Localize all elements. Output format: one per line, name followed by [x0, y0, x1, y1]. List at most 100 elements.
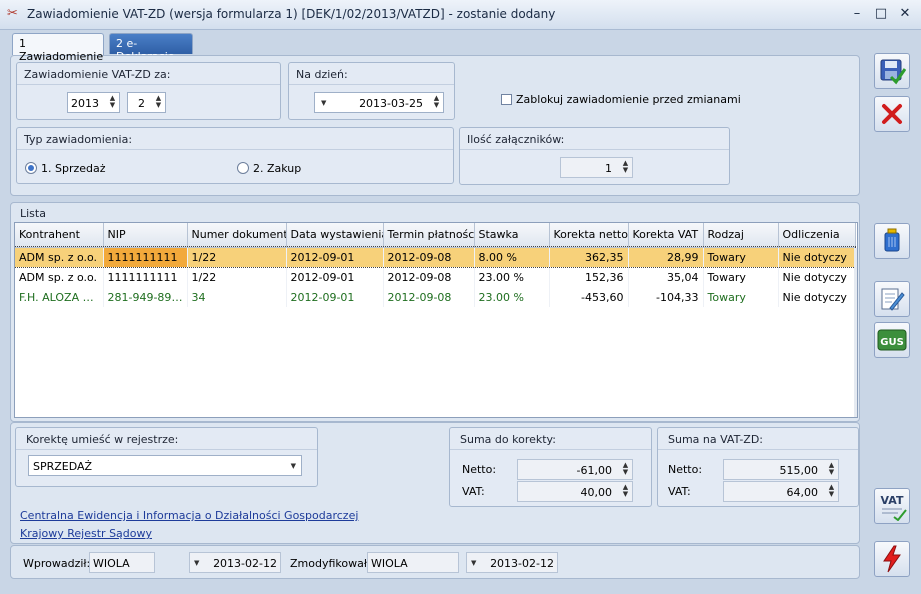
sum-correction-group: Suma do korekty: Netto: -61,00 ▲ ▼ VAT: 4… — [449, 427, 652, 507]
col-stawka[interactable]: Stawka — [474, 223, 550, 248]
radio-zakup[interactable] — [237, 162, 249, 174]
col-data-wystawienia[interactable]: Data wystawienia — [286, 223, 384, 248]
gus-button[interactable]: GUS — [874, 322, 910, 358]
month-spin-icon[interactable]: ▲ ▼ — [154, 95, 163, 110]
table-cell: Nie dotyczy — [778, 267, 856, 287]
delete-button[interactable] — [874, 223, 910, 259]
sum-vatzd-group: Suma na VAT-ZD: Netto: 515,00 ▲ ▼ VAT: 64… — [657, 427, 859, 507]
modified-by-value: WIOLA — [371, 557, 408, 570]
entered-by-label: Wprowadził: — [23, 557, 91, 570]
gus-icon: GUS — [877, 329, 907, 351]
attachments-stepper[interactable]: 1 ▲ ▼ — [560, 157, 633, 178]
window-title: Zawiadomienie VAT-ZD (wersja formularza … — [27, 7, 556, 21]
sum-correction-vat-spin-icon[interactable]: ▲ ▼ — [621, 484, 630, 499]
radio-sprzedaz[interactable] — [25, 162, 37, 174]
close-button[interactable]: ✕ — [896, 6, 914, 22]
footer-panel: Wprowadził: WIOLA ▼ 2013-02-12 Zmodyfiko… — [10, 545, 860, 579]
trash-icon — [884, 228, 900, 252]
month-value: 2 — [138, 97, 145, 110]
register-value: SPRZEDAŻ — [33, 460, 93, 473]
lock-label: Zablokuj zawiadomienie przed zmianami — [516, 93, 741, 106]
sum-vatzd-netto-label: Netto: — [668, 463, 703, 476]
entered-date-field: ▼ 2013-02-12 — [189, 552, 281, 573]
date-value: 2013-03-25 — [359, 97, 423, 110]
table-row[interactable]: ADM sp. z o.o. 1111111111 1/22 2012-09-0… — [15, 246, 856, 268]
table-cell: Towary — [703, 247, 779, 267]
date-dropdown-icon[interactable]: ▼ — [321, 99, 326, 107]
sum-correction-netto-label: Netto: — [462, 463, 497, 476]
tab-e-deklaracje[interactable]: 2 e-Deklaracje — [109, 33, 193, 63]
table-cell: 23.00 % — [474, 287, 550, 307]
app-icon: ✂ — [7, 6, 18, 21]
sum-correction-title: Suma do korekty: — [460, 433, 556, 446]
table-cell: 2012-09-08 — [383, 247, 475, 267]
col-nip[interactable]: NIP — [103, 223, 188, 248]
sum-vatzd-vat-value: 64,00 — [786, 486, 819, 499]
col-rodzaj[interactable]: Rodzaj — [703, 223, 779, 248]
vat-button[interactable]: VAT — [874, 488, 910, 524]
attachments-title: Ilość załączników: — [467, 133, 565, 146]
table-cell: 23.00 % — [474, 267, 550, 287]
lock-checkbox[interactable] — [501, 94, 512, 105]
table-cell: Nie dotyczy — [778, 287, 856, 307]
col-numer-dokumentu[interactable]: Numer dokumentu — [187, 223, 287, 248]
krs-link[interactable]: Krajowy Rejestr Sądowy — [20, 527, 152, 540]
entered-date-value: 2013-02-12 — [213, 557, 277, 570]
sum-vatzd-netto-spin-icon[interactable]: ▲ ▼ — [827, 462, 836, 477]
register-group: Korektę umieść w rejestrze: SPRZEDAŻ ▼ — [15, 427, 318, 487]
table-scrollbar[interactable] — [854, 248, 857, 417]
edit-button[interactable] — [874, 281, 910, 317]
year-spin-icon[interactable]: ▲ ▼ — [108, 95, 117, 110]
col-termin-platnosci[interactable]: Termin płatności — [383, 223, 475, 248]
sum-vatzd-netto-field[interactable]: 515,00 ▲ ▼ — [723, 459, 839, 480]
modified-date-value: 2013-02-12 — [490, 557, 554, 570]
generate-button[interactable] — [874, 541, 910, 577]
period-title: Zawiadomienie VAT-ZD za: — [24, 68, 171, 81]
year-value: 2013 — [71, 97, 99, 110]
year-stepper[interactable]: 2013 ▲ ▼ — [67, 92, 120, 113]
col-korekta-vat[interactable]: Korekta VAT — [628, 223, 704, 248]
sum-correction-vat-field[interactable]: 40,00 ▲ ▼ — [517, 481, 633, 502]
table-cell: 2012-09-01 — [286, 247, 384, 267]
sum-correction-vat-label: VAT: — [462, 485, 485, 498]
corrections-table: Kontrahent NIP Numer dokumentu Data wyst… — [14, 222, 858, 418]
table-cell: -453,60 — [549, 287, 629, 307]
sum-correction-vat-value: 40,00 — [580, 486, 613, 499]
col-korekta-netto[interactable]: Korekta netto — [549, 223, 629, 248]
modified-by-label: Zmodyfikował: — [290, 557, 371, 570]
sum-correction-netto-spin-icon[interactable]: ▲ ▼ — [621, 462, 630, 477]
sum-vatzd-vat-field[interactable]: 64,00 ▲ ▼ — [723, 481, 839, 502]
table-cell: Nie dotyczy — [778, 247, 856, 267]
table-cell: 1/22 — [187, 247, 287, 267]
col-kontrahent[interactable]: Kontrahent — [15, 223, 104, 248]
ceidg-link[interactable]: Centralna Ewidencja i Informacja o Dział… — [20, 509, 358, 522]
table-cell: 1/22 — [187, 267, 287, 287]
register-dropdown[interactable]: SPRZEDAŻ ▼ — [28, 455, 302, 476]
table-cell: 2012-09-08 — [383, 287, 475, 307]
tab-zawiadomienie[interactable]: 1 Zawiadomienie — [12, 33, 104, 63]
date-spin-icon[interactable]: ▲ ▼ — [432, 95, 441, 110]
cancel-button[interactable] — [874, 96, 910, 132]
table-row[interactable]: F.H. ALOZA s... 281-949-89-45 34 2012-09… — [15, 287, 856, 307]
modified-date-field: ▼ 2013-02-12 — [466, 552, 558, 573]
sum-correction-netto-field[interactable]: -61,00 ▲ ▼ — [517, 459, 633, 480]
attachments-value: 1 — [605, 162, 612, 175]
table-cell: 1111111111 — [103, 267, 188, 287]
minimize-button[interactable]: – — [848, 6, 866, 22]
table-cell: 2012-09-01 — [286, 287, 384, 307]
attachments-spin-icon[interactable]: ▲ ▼ — [621, 160, 630, 175]
month-stepper[interactable]: 2 ▲ ▼ — [127, 92, 166, 113]
table-cell: 2012-09-01 — [286, 267, 384, 287]
table-cell: 35,04 — [628, 267, 704, 287]
table-row[interactable]: ADM sp. z o.o. 1111111111 1/22 2012-09-0… — [15, 267, 856, 287]
attachments-group: Ilość załączników: 1 ▲ ▼ — [459, 127, 730, 185]
maximize-button[interactable]: □ — [872, 6, 890, 22]
modified-by-field: WIOLA — [367, 552, 459, 573]
date-picker[interactable]: ▼ 2013-03-25 ▲ ▼ — [314, 92, 444, 113]
table-cell: F.H. ALOZA s... — [15, 287, 104, 307]
col-odliczenia[interactable]: Odliczenia — [778, 223, 856, 248]
date-title: Na dzień: — [296, 68, 348, 81]
register-dropdown-icon[interactable]: ▼ — [291, 462, 296, 470]
sum-vatzd-vat-spin-icon[interactable]: ▲ ▼ — [827, 484, 836, 499]
save-button[interactable] — [874, 53, 910, 89]
